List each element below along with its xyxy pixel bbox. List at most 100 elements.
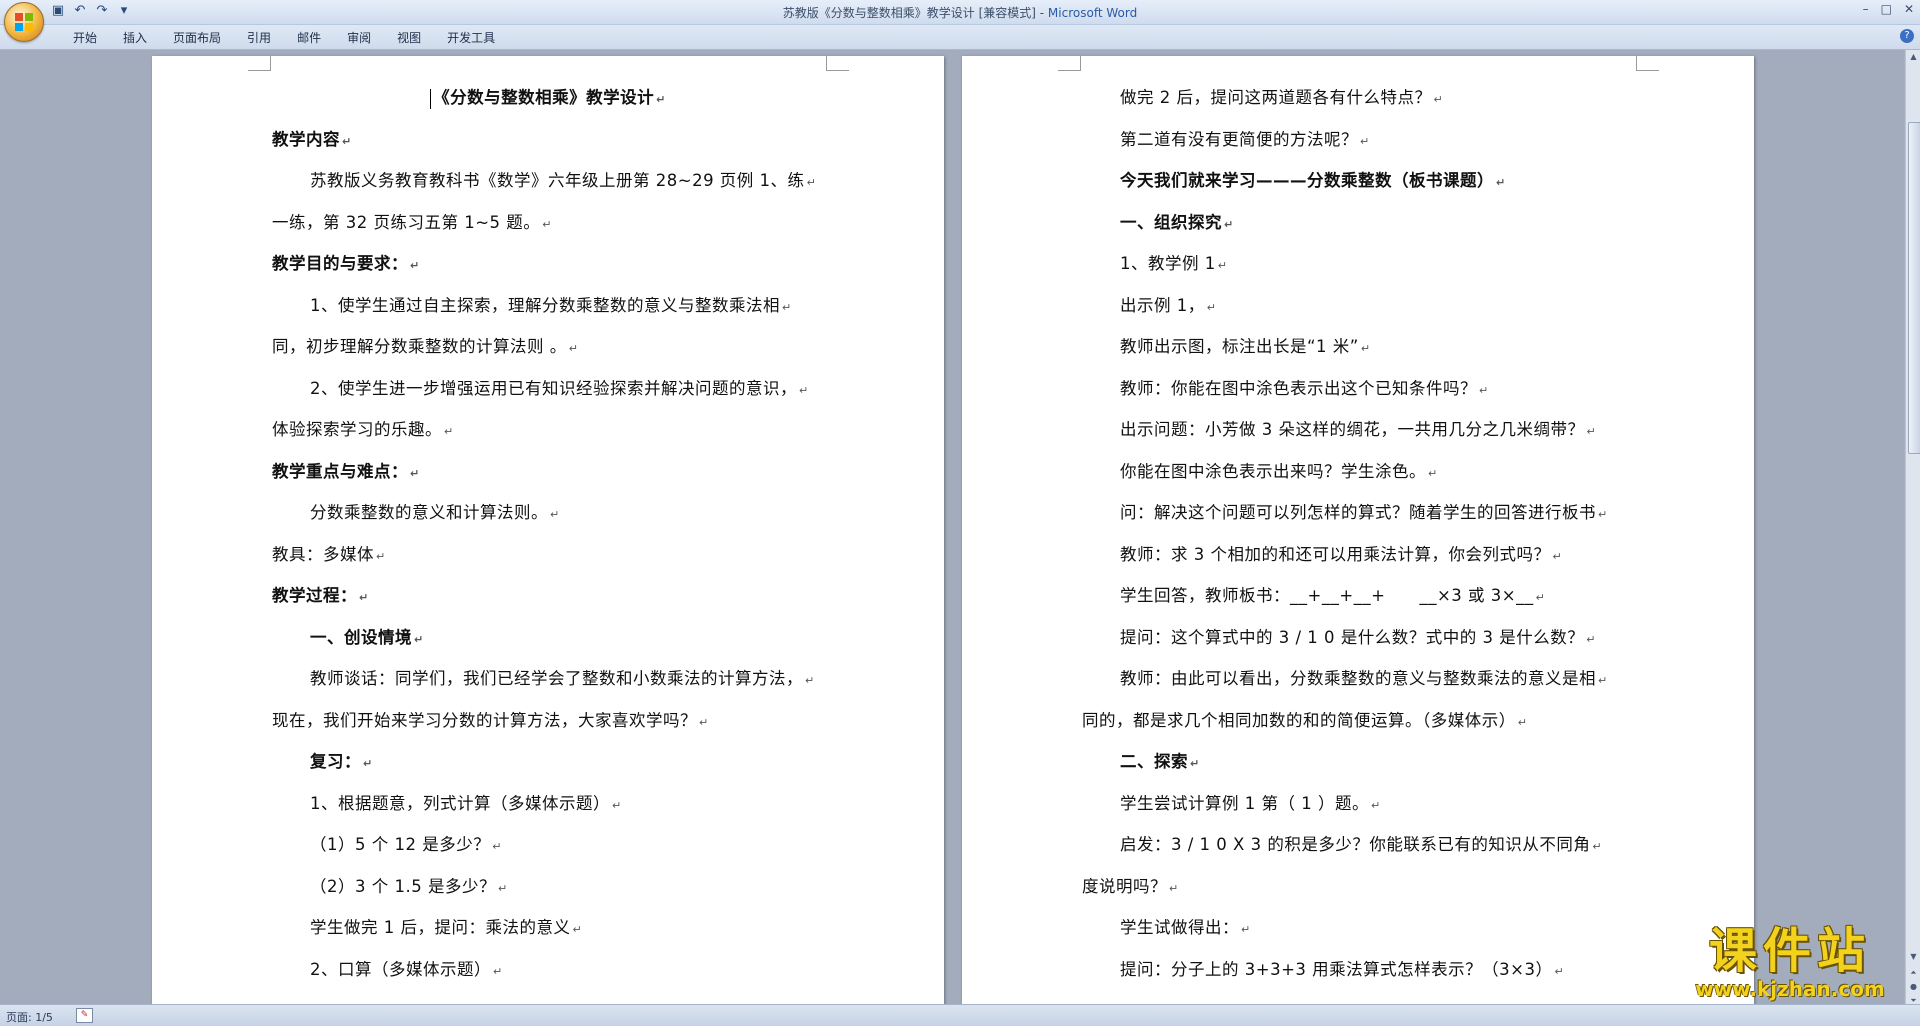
page-count[interactable]: 页面: 1/5 bbox=[6, 1009, 53, 1025]
previous-page-icon[interactable]: ⏶ bbox=[1907, 966, 1920, 980]
doc-line: 复习： ↵ bbox=[310, 752, 373, 771]
paragraph-mark-icon: ↵ bbox=[410, 466, 420, 480]
doc-line: （1）5 个 12 是多少？ ↵ bbox=[310, 835, 502, 854]
doc-line: 今天我们就来学习———分数乘整数（板书课题） ↵ bbox=[1120, 171, 1506, 190]
tab-review[interactable]: 审阅 bbox=[334, 29, 384, 46]
doc-line: 做完 2 后，提问这两道题各有什么特点？ ↵ bbox=[1120, 88, 1444, 107]
doc-line: 1、使学生通过自主探索，理解分数乘整数的意义与整数乘法相 ↵ bbox=[310, 295, 792, 315]
help-icon[interactable]: ? bbox=[1900, 29, 1914, 43]
paragraph-mark-icon: ↵ bbox=[1592, 840, 1603, 853]
tab-view[interactable]: 视图 bbox=[384, 29, 434, 46]
paragraph-mark-icon: ↵ bbox=[782, 300, 792, 314]
window-controls: – □ ✕ bbox=[1863, 2, 1914, 16]
proofing-icon[interactable]: ✎ bbox=[76, 1008, 93, 1023]
crop-mark bbox=[1058, 56, 1081, 71]
window-title: 苏教版《分数与整数相乘》教学设计 [兼容模式] - Microsoft Word bbox=[782, 6, 1138, 20]
paragraph-mark-icon: ↵ bbox=[359, 591, 369, 604]
doc-line: 苏教版义务教育教科书《数学》六年级上册第 28~29 页例 1、练 ↵ bbox=[310, 171, 817, 190]
paragraph-mark-icon: ↵ bbox=[1517, 715, 1528, 729]
doc-line: 2、口算（多媒体示题） ↵ bbox=[310, 959, 503, 979]
save-icon[interactable]: ▣ bbox=[50, 3, 66, 19]
paragraph-mark-icon: ↵ bbox=[493, 964, 503, 978]
doc-line: 学生试做得出： ↵ bbox=[1120, 918, 1251, 937]
doc-line: 同的，都是求几个相同加数的和的简便运算。（多媒体示） ↵ bbox=[1082, 710, 1528, 730]
ribbon-tabs: 开始 插入 页面布局 引用 邮件 审阅 视图 开发工具 ? bbox=[0, 25, 1920, 50]
doc-line: 教师出示图，标注出长是“1 米” ↵ bbox=[1120, 337, 1371, 356]
tab-page-layout[interactable]: 页面布局 bbox=[160, 29, 234, 46]
scroll-thumb[interactable] bbox=[1908, 122, 1920, 454]
paragraph-mark-icon: ↵ bbox=[1370, 798, 1381, 812]
doc-line: 2、使学生进一步增强运用已有知识经验探索并解决问题的意识， ↵ bbox=[310, 378, 809, 398]
doc-line: 1、教学例 1 ↵ bbox=[1120, 254, 1228, 273]
doc-line: 二、探索 ↵ bbox=[1120, 752, 1200, 771]
paragraph-mark-icon: ↵ bbox=[363, 757, 373, 770]
doc-line: 提问：分子上的 3+3+3 用乘法算式怎样表示？（3×3） ↵ bbox=[1120, 959, 1565, 979]
paragraph-mark-icon: ↵ bbox=[1586, 632, 1596, 646]
document-page-2[interactable]: 做完 2 后，提问这两道题各有什么特点？ ↵ 第二道有没有更简便的方法呢？ ↵ 今天我们… bbox=[962, 56, 1754, 1004]
scroll-down-icon[interactable]: ▼ bbox=[1907, 950, 1920, 964]
doc-line: 学生回答，教师板书：__+__+__+ __×3 或 3×__ ↵ bbox=[1120, 586, 1546, 605]
vertical-scrollbar[interactable]: ▲ ▼ ⏶ ● ⏷ bbox=[1905, 50, 1920, 1005]
paragraph-mark-icon: ↵ bbox=[572, 923, 583, 936]
paragraph-mark-icon: ↵ bbox=[444, 425, 454, 438]
paragraph-mark-icon: ↵ bbox=[1360, 342, 1371, 355]
browse-object-icon[interactable]: ● bbox=[1907, 980, 1920, 994]
doc-line: 学生尝试计算例 1 第（ 1 ）题。 ↵ bbox=[1120, 793, 1381, 813]
tab-references[interactable]: 引用 bbox=[234, 29, 284, 46]
close-button[interactable]: ✕ bbox=[1904, 2, 1914, 16]
doc-line: 现在，我们开始来学习分数的计算方法，大家喜欢学吗？ ↵ bbox=[272, 710, 709, 730]
maximize-button[interactable]: □ bbox=[1881, 2, 1892, 16]
tab-home[interactable]: 开始 bbox=[60, 29, 110, 46]
paragraph-mark-icon: ↵ bbox=[1535, 591, 1546, 604]
doc-line: （2）3 个 1.5 是多少？ ↵ bbox=[310, 876, 508, 896]
doc-line: 教学重点与难点： ↵ bbox=[272, 461, 420, 481]
doc-line: 出示问题：小芳做 3 朵这样的绸花，一共用几分之几米绸带？ ↵ bbox=[1120, 420, 1597, 439]
doc-line: 教师：你能在图中涂色表示出这个已知条件吗？ ↵ bbox=[1120, 378, 1489, 398]
paragraph-mark-icon: ↵ bbox=[550, 508, 560, 521]
doc-line: 同，初步理解分数乘整数的计算法则 。 ↵ bbox=[272, 337, 579, 356]
paragraph-mark-icon: ↵ bbox=[1241, 923, 1251, 936]
text-cursor bbox=[430, 88, 432, 109]
office-button[interactable] bbox=[4, 2, 44, 42]
paragraph-mark-icon: ↵ bbox=[805, 674, 815, 687]
paragraph-mark-icon: ↵ bbox=[1586, 425, 1597, 438]
paragraph-mark-icon: ↵ bbox=[1598, 508, 1608, 521]
minimize-button[interactable]: – bbox=[1863, 2, 1869, 16]
paragraph-mark-icon: ↵ bbox=[1206, 300, 1217, 314]
doc-line: 度说明吗？ ↵ bbox=[1082, 876, 1179, 896]
paragraph-mark-icon: ↵ bbox=[497, 881, 508, 895]
paragraph-mark-icon: ↵ bbox=[1479, 383, 1489, 397]
paragraph-mark-icon: ↵ bbox=[342, 134, 352, 148]
doc-line: 体验探索学习的乐趣。 ↵ bbox=[272, 420, 454, 439]
paragraph-mark-icon: ↵ bbox=[656, 93, 666, 106]
doc-line: 教具：多媒体 ↵ bbox=[272, 544, 386, 564]
doc-line: 教师：由此可以看出，分数乘整数的意义与整数乘法的意义是相 ↵ bbox=[1120, 669, 1608, 688]
paragraph-mark-icon: ↵ bbox=[410, 259, 420, 272]
customize-qat-icon[interactable]: ▾ bbox=[116, 3, 132, 19]
tab-developer[interactable]: 开发工具 bbox=[434, 29, 508, 46]
doc-line: 教师：求 3 个相加的和还可以用乘法计算，你会列式吗？ ↵ bbox=[1120, 544, 1563, 564]
paragraph-mark-icon: ↵ bbox=[699, 715, 709, 729]
doc-line: 问：解决这个问题可以列怎样的算式？随着学生的回答进行板书 ↵ bbox=[1120, 503, 1608, 522]
doc-line: 教学目的与要求： ↵ bbox=[272, 254, 420, 273]
crop-mark bbox=[826, 56, 849, 71]
document-page-1[interactable]: 《分数与整数相乘》教学设计 ↵ 教学内容 ↵ 苏教版义务教育教科书《数学》六年级上册第 … bbox=[152, 56, 944, 1004]
doc-line: 教学过程： ↵ bbox=[272, 586, 369, 605]
crop-mark bbox=[1636, 56, 1659, 71]
tab-insert[interactable]: 插入 bbox=[110, 29, 160, 46]
paragraph-mark-icon: ↵ bbox=[1598, 674, 1608, 687]
redo-icon[interactable]: ↷ bbox=[94, 3, 110, 19]
doc-line: 你能在图中涂色表示出来吗？学生涂色。 ↵ bbox=[1120, 461, 1438, 481]
doc-line: 一、创设情境 ↵ bbox=[310, 627, 424, 647]
paragraph-mark-icon: ↵ bbox=[1217, 259, 1228, 272]
paragraph-mark-icon: ↵ bbox=[1224, 217, 1234, 231]
title-bar: 苏教版《分数与整数相乘》教学设计 [兼容模式] - Microsoft Word… bbox=[0, 0, 1920, 25]
paragraph-mark-icon: ↵ bbox=[1433, 93, 1444, 106]
paragraph-mark-icon: ↵ bbox=[1496, 176, 1506, 189]
paragraph-mark-icon: ↵ bbox=[612, 798, 622, 812]
paragraph-mark-icon: ↵ bbox=[1169, 881, 1179, 895]
scroll-up-icon[interactable]: ▲ bbox=[1907, 50, 1920, 64]
tab-mailings[interactable]: 邮件 bbox=[284, 29, 334, 46]
undo-icon[interactable]: ↶ bbox=[72, 3, 88, 19]
paragraph-mark-icon: ↵ bbox=[1190, 757, 1200, 770]
